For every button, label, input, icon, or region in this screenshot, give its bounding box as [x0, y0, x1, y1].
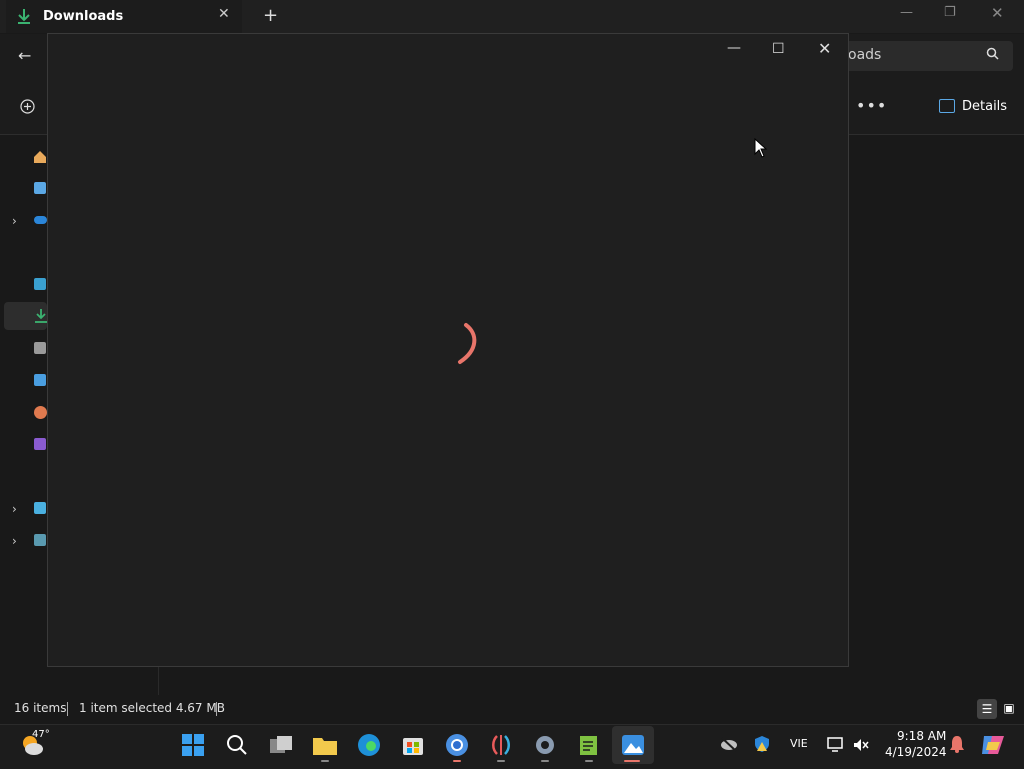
explorer-close-button[interactable]: ✕ — [991, 4, 1004, 22]
expand-chevron-icon[interactable]: › — [12, 214, 17, 228]
more-options-button[interactable]: ••• — [856, 96, 887, 115]
tab-close-button[interactable]: ✕ — [218, 6, 230, 22]
task-view-icon — [270, 736, 292, 753]
app-minimize-button[interactable]: — — [727, 40, 741, 56]
onedrive-icon[interactable] — [34, 216, 47, 224]
taskbar-photos[interactable] — [620, 732, 646, 758]
input-language[interactable]: VIE — [790, 737, 808, 750]
tab-title: Downloads — [43, 9, 124, 24]
app-icon — [492, 735, 510, 755]
clock-date[interactable]: 4/19/2024 — [885, 745, 947, 759]
tiles-view-button[interactable]: ▣ — [1000, 699, 1018, 717]
status-item-count: 16 items — [14, 701, 67, 715]
folder-icon — [313, 738, 337, 755]
pictures-icon[interactable] — [34, 374, 46, 386]
loading-spinner-icon — [458, 323, 477, 364]
app-maximize-button[interactable]: ☐ — [772, 41, 785, 57]
running-indicator — [321, 760, 329, 762]
copilot-icon[interactable] — [980, 732, 1006, 758]
app-window — [47, 33, 849, 667]
documents-icon[interactable] — [34, 342, 46, 354]
taskbar-edge[interactable] — [356, 732, 382, 758]
explorer-restore-button[interactable]: ❐ — [944, 5, 956, 20]
videos-icon[interactable] — [34, 438, 46, 450]
expand-chevron-icon[interactable]: › — [12, 502, 17, 516]
downloads-nav-icon[interactable] — [34, 308, 48, 324]
home-icon[interactable] — [33, 150, 47, 164]
status-separator — [67, 702, 68, 716]
taskbar-app-pink[interactable] — [488, 732, 514, 758]
tab-downloads[interactable] — [6, 0, 242, 33]
expand-chevron-icon[interactable]: › — [12, 534, 17, 548]
search-icon — [227, 735, 247, 755]
edge-icon — [358, 734, 380, 756]
network-icon[interactable] — [34, 534, 46, 546]
desktop-icon[interactable] — [34, 278, 46, 290]
taskbar-file-explorer[interactable] — [312, 732, 338, 758]
search-icon[interactable] — [986, 47, 999, 60]
search-placeholder: oads — [848, 47, 882, 63]
task-view-button[interactable] — [268, 732, 294, 758]
network-icon[interactable] — [827, 736, 845, 752]
music-icon[interactable] — [34, 406, 47, 419]
notification-bell-icon[interactable] — [949, 735, 965, 753]
running-indicator — [585, 760, 593, 762]
start-button[interactable] — [180, 732, 206, 758]
windows-logo-icon — [182, 734, 204, 756]
running-indicator — [541, 760, 549, 762]
this-pc-icon[interactable] — [34, 502, 46, 514]
chrome-icon — [446, 734, 468, 756]
onedrive-offline-icon[interactable] — [720, 736, 738, 752]
details-pane-icon[interactable] — [939, 99, 955, 113]
app-close-button[interactable]: ✕ — [818, 39, 831, 58]
details-button[interactable]: Details — [962, 99, 1007, 114]
status-selection: 1 item selected 4.67 MB — [79, 701, 225, 715]
weather-temperature: 47° — [32, 729, 50, 740]
active-indicator — [624, 760, 640, 762]
taskbar-chrome[interactable] — [444, 732, 470, 758]
status-separator — [216, 702, 217, 716]
store-icon — [403, 738, 423, 755]
volume-muted-icon[interactable] — [853, 738, 869, 752]
taskbar-settings[interactable] — [532, 732, 558, 758]
mouse-cursor-icon — [754, 138, 768, 158]
new-plus-icon[interactable] — [20, 99, 35, 114]
gallery-icon[interactable] — [34, 182, 46, 194]
details-view-button[interactable]: ☰ — [977, 699, 997, 719]
taskbar-search-button[interactable] — [224, 732, 250, 758]
taskbar-store[interactable] — [400, 732, 426, 758]
explorer-minimize-button[interactable]: — — [900, 5, 913, 20]
taskbar-notepad[interactable] — [576, 732, 602, 758]
security-warning-icon[interactable] — [753, 735, 771, 753]
gear-icon — [536, 736, 554, 754]
photos-icon — [622, 735, 644, 755]
download-icon — [18, 9, 30, 24]
new-tab-button[interactable]: + — [263, 5, 278, 26]
running-indicator — [453, 760, 461, 762]
back-button[interactable]: ← — [18, 46, 31, 65]
notepad-icon — [580, 736, 597, 755]
clock-time[interactable]: 9:18 AM — [897, 729, 946, 743]
running-indicator — [497, 760, 505, 762]
